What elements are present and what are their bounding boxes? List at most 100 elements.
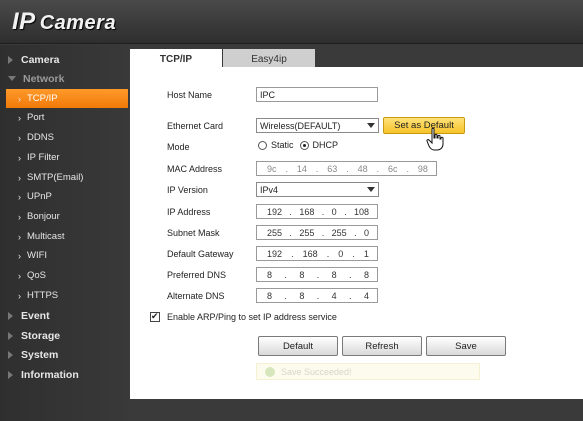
ip-version-select[interactable]: IPv4: [256, 182, 379, 197]
ip-octet: 0: [331, 206, 337, 217]
ip-version-label: IP Version: [167, 185, 208, 195]
default-gateway-input[interactable]: 192. 168. 0. 1: [256, 246, 378, 261]
sidebar-item-label: System: [21, 348, 59, 361]
sidebar-item-port[interactable]: › Port: [0, 108, 128, 127]
ip-version-value: IPv4: [260, 184, 279, 195]
mac-octet: 48: [357, 163, 368, 174]
radio-dhcp[interactable]: [299, 140, 309, 150]
hand-pointer-cursor-icon: [426, 127, 444, 151]
tab-easy4ip[interactable]: Easy4ip: [223, 49, 315, 69]
ip-octet: 4: [363, 290, 369, 301]
mac-address-label: MAC Address: [167, 164, 223, 174]
radio-static[interactable]: [258, 140, 267, 150]
sidebar-item-camera[interactable]: Camera: [0, 50, 128, 69]
tab-tcpip[interactable]: TCP/IP: [130, 49, 222, 69]
chevron-right-icon: ›: [18, 231, 21, 242]
save-status-toast: Save Succeeded!: [256, 363, 480, 380]
radio-static-label: Static: [271, 140, 294, 150]
mac-octet: 6c: [388, 163, 398, 174]
chevron-right-icon: ›: [18, 93, 21, 104]
sidebar-item-label: Bonjour: [27, 211, 60, 222]
sidebar-item-qos[interactable]: › QoS: [0, 266, 128, 285]
chevron-right-icon: ›: [18, 270, 21, 281]
ip-octet: 0: [338, 248, 344, 259]
sidebar-item-ddns[interactable]: › DDNS: [0, 128, 128, 147]
sidebar-item-label: Multicast: [27, 231, 65, 242]
mac-octet: 63: [327, 163, 338, 174]
ip-octet: 8: [299, 269, 305, 280]
mac-octet: 9c: [267, 163, 277, 174]
ip-octet: 8: [331, 269, 337, 280]
default-button[interactable]: Default: [258, 336, 338, 356]
ip-octet: 0: [363, 227, 369, 238]
sidebar-item-label: Event: [21, 309, 50, 322]
subnet-mask-input[interactable]: 255. 255. 255. 0: [256, 225, 378, 240]
host-name-label: Host Name: [167, 90, 213, 100]
sidebar-item-system[interactable]: System: [0, 345, 128, 364]
logo-ip: IP: [12, 8, 36, 35]
mac-octet: 98: [417, 163, 428, 174]
sidebar-item-label: Network: [23, 72, 65, 85]
sidebar-item-smtp[interactable]: › SMTP(Email): [0, 168, 128, 187]
preferred-dns-input[interactable]: 8. 8. 8. 8: [256, 267, 378, 282]
sidebar-item-storage[interactable]: Storage: [0, 326, 128, 345]
ethernet-card-select[interactable]: Wireless(DEFAULT): [256, 118, 379, 133]
ip-octet: 168: [299, 206, 315, 217]
radio-dhcp-label: DHCP: [312, 140, 339, 150]
collapsed-arrow-icon: [8, 55, 13, 64]
subnet-mask-label: Subnet Mask: [167, 228, 220, 238]
sidebar-item-label: WIFI: [27, 250, 48, 261]
mode-label: Mode: [167, 142, 190, 152]
logo-camera: Camera: [39, 12, 117, 34]
ip-octet: 8: [267, 290, 273, 301]
sidebar-item-tcpip[interactable]: › TCP/IP: [6, 89, 128, 108]
mac-address-field: 9c. 14. 63. 48. 6c. 98: [256, 161, 437, 176]
sidebar-item-network[interactable]: Network: [0, 69, 128, 88]
ip-octet: 255: [267, 227, 283, 238]
chevron-right-icon: ›: [18, 112, 21, 123]
app-header: IP Camera: [0, 0, 583, 44]
sidebar-item-wifi[interactable]: › WIFI: [0, 246, 128, 265]
expanded-arrow-icon: [8, 76, 16, 81]
ethernet-card-label: Ethernet Card: [167, 121, 224, 131]
sidebar-item-label: Camera: [21, 53, 60, 66]
sidebar-item-multicast[interactable]: › Multicast: [0, 227, 128, 246]
sidebar-item-bonjour[interactable]: › Bonjour: [0, 207, 128, 226]
chevron-down-icon: [367, 123, 375, 128]
ip-octet: 8: [267, 269, 273, 280]
mac-octet: 14: [296, 163, 307, 174]
sidebar-item-label: Storage: [21, 329, 61, 342]
alternate-dns-input[interactable]: 8. 8. 4. 4: [256, 288, 378, 303]
chevron-right-icon: ›: [18, 250, 21, 261]
ip-address-input[interactable]: 192. 168. 0. 108: [256, 204, 378, 219]
sidebar-item-label: UPnP: [27, 191, 52, 202]
host-name-input[interactable]: IPC: [256, 87, 378, 102]
ip-octet: 8: [299, 290, 305, 301]
arp-ping-checkbox[interactable]: [150, 311, 160, 322]
collapsed-arrow-icon: [8, 311, 13, 320]
ip-octet: 192: [267, 248, 283, 259]
sidebar-item-label: IP Filter: [27, 152, 60, 163]
preferred-dns-label: Preferred DNS: [167, 270, 227, 280]
save-button[interactable]: Save: [426, 336, 506, 356]
refresh-button[interactable]: Refresh: [342, 336, 422, 356]
ip-octet: 1: [363, 248, 369, 259]
ip-octet: 168: [302, 248, 318, 259]
app-logo: IP Camera: [12, 8, 116, 36]
sidebar-item-upnp[interactable]: › UPnP: [0, 187, 128, 206]
alternate-dns-label: Alternate DNS: [167, 291, 225, 301]
sidebar-item-label: QoS: [27, 270, 47, 281]
collapsed-arrow-icon: [8, 331, 13, 340]
chevron-right-icon: ›: [18, 211, 21, 222]
sidebar-item-ip-filter[interactable]: › IP Filter: [0, 148, 128, 167]
ip-address-label: IP Address: [167, 207, 211, 217]
arp-ping-label: Enable ARP/Ping to set IP address servic…: [167, 312, 337, 322]
set-as-default-button[interactable]: Set as Default: [383, 117, 465, 134]
sidebar-item-label: DDNS: [27, 132, 54, 143]
sidebar-item-label: SMTP(Email): [27, 172, 84, 183]
ethernet-card-value: Wireless(DEFAULT): [260, 120, 341, 131]
sidebar-item-event[interactable]: Event: [0, 306, 128, 325]
chevron-right-icon: ›: [18, 191, 21, 202]
sidebar-item-information[interactable]: Information: [0, 365, 128, 384]
sidebar-item-https[interactable]: › HTTPS: [0, 286, 128, 305]
